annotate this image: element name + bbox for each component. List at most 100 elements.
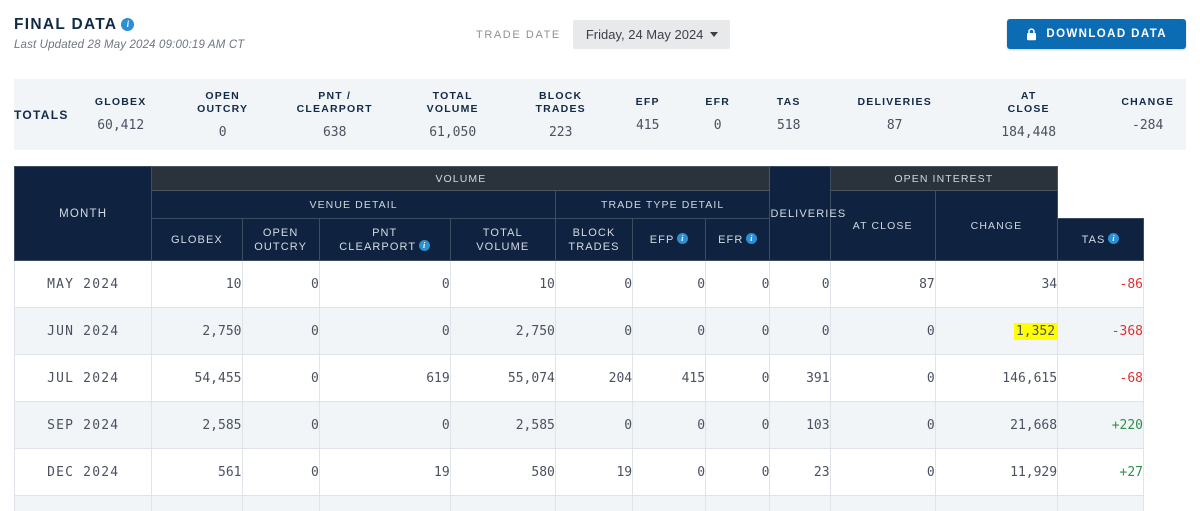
- info-icon[interactable]: [677, 233, 689, 245]
- table-header-band-mid: VENUE DETAIL TRADE TYPE DETAIL AT CLOSE …: [15, 190, 1144, 261]
- totals-column-value: 415: [635, 118, 660, 133]
- header-line-2: OUTCRY: [254, 240, 308, 253]
- cell-globex: 561: [151, 448, 243, 496]
- info-icon[interactable]: [121, 17, 135, 31]
- download-data-button[interactable]: DOWNLOAD DATA: [1007, 19, 1186, 49]
- totals-panel: TOTALS GLOBEX 60,412 OPEN OUTCRY 0 PNT / CLEAR…: [14, 79, 1186, 150]
- header-line-1: BLOCK: [572, 226, 616, 239]
- totals-column-header: EFP: [635, 96, 660, 108]
- cell-month: JAN 2025: [13, 495, 153, 511]
- totals-column-header: AT CLOSE: [1007, 89, 1050, 115]
- title-block: FINAL DATA Last Updated 28 May 2024 09:0…: [14, 16, 244, 51]
- totals-column: AT CLOSE 184,448: [965, 79, 1093, 150]
- table-head: MONTH VOLUME DELIVERIES OPEN INTEREST VE…: [13, 166, 1144, 261]
- totals-column: EFP 415: [613, 79, 683, 150]
- cell-globex: 10: [151, 260, 243, 308]
- cell-efr: 0: [705, 448, 771, 496]
- cell-block-trades: 0: [554, 495, 634, 511]
- column-header-efr[interactable]: EFR: [705, 218, 771, 261]
- final-data-page: FINAL DATA Last Updated 28 May 2024 09:0…: [0, 0, 1200, 511]
- column-header-tas[interactable]: TAS: [1057, 218, 1144, 261]
- totals-column-value: 184,448: [1001, 124, 1057, 140]
- cell-deliveries: 0: [829, 401, 936, 449]
- cell-month: JUL 2024: [13, 354, 153, 402]
- change-value: +27: [1119, 464, 1143, 480]
- column-header-open-outcry[interactable]: OPEN OUTCRY: [241, 218, 320, 261]
- column-header-globex[interactable]: GLOBEX: [151, 218, 243, 261]
- cell-tas: 103: [769, 401, 831, 449]
- cell-pnt-clearport: 19: [318, 448, 451, 496]
- cell-deliveries: 0: [829, 448, 936, 496]
- cell-efp: 0: [632, 495, 707, 511]
- cell-efp: 0: [632, 448, 707, 496]
- totals-column-value: 87: [886, 118, 903, 133]
- cell-open-outcry: 0: [241, 260, 320, 308]
- cell-efp: 0: [632, 260, 707, 308]
- totals-column-header: TAS: [776, 96, 801, 108]
- cell-efr: 0: [705, 307, 771, 355]
- cell-open-outcry: 0: [241, 495, 320, 511]
- column-header-pnt-clearport[interactable]: PNT CLEARPORT: [318, 218, 451, 261]
- column-header-month[interactable]: MONTH: [13, 166, 153, 261]
- page-header: FINAL DATA Last Updated 28 May 2024 09:0…: [0, 0, 1200, 68]
- cell-globex: 54,455: [151, 354, 243, 402]
- totals-column-value: 223: [548, 124, 573, 140]
- table-row: DEC 2024 561 0 19 580 19 0 0 23 0 11,929 +27: [13, 448, 1144, 496]
- column-header-total-volume[interactable]: TOTAL VOLUME: [449, 218, 556, 261]
- cell-efr: 0: [705, 495, 771, 511]
- cell-deliveries: 0: [829, 307, 936, 355]
- cell-tas: 23: [769, 448, 831, 496]
- cell-deliveries: 0: [829, 354, 936, 402]
- cell-total-volume: 10: [449, 260, 556, 308]
- table-row: JUN 2024 2,750 0 0 2,750 0 0 0 0 0 1,352 -368: [13, 307, 1144, 355]
- column-header-deliveries[interactable]: DELIVERIES: [769, 166, 845, 261]
- cell-change: 0: [1057, 495, 1144, 511]
- cell-month: SEP 2024: [13, 401, 153, 449]
- cell-globex: 1: [151, 495, 243, 511]
- column-header-at-close[interactable]: AT CLOSE: [829, 190, 936, 261]
- cell-tas: 0: [769, 495, 831, 511]
- info-icon[interactable]: [1108, 233, 1120, 245]
- totals-column-header: DELIVERIES: [857, 96, 932, 108]
- cell-deliveries: 87: [829, 260, 936, 308]
- cell-tas: 391: [769, 354, 831, 402]
- info-icon[interactable]: [746, 233, 758, 245]
- totals-column-header: TOTAL VOLUME: [426, 89, 479, 115]
- table-row: JAN 2025100100000160: [13, 495, 1144, 511]
- column-header-change[interactable]: CHANGE: [934, 190, 1059, 261]
- totals-column-header: CHANGE: [1121, 96, 1175, 108]
- totals-columns: GLOBEX 60,412 OPEN OUTCRY 0 PNT / CLEARPORT 638…: [69, 79, 1200, 150]
- table-row: JUL 2024 54,455 0 619 55,074 204 415 0 391 0 146,6…: [13, 354, 1144, 402]
- cell-total-volume: 55,074: [449, 354, 556, 402]
- trade-date-dropdown[interactable]: Friday, 24 May 2024: [572, 20, 731, 49]
- header-line-2: VOLUME: [476, 240, 530, 253]
- column-header-efp[interactable]: EFP: [632, 218, 707, 261]
- cell-tas: 0: [769, 307, 831, 355]
- cell-open-outcry: 0: [241, 307, 320, 355]
- totals-column-value: 60,412: [97, 118, 145, 133]
- cell-block-trades: 0: [554, 401, 634, 449]
- trade-date-label: TRADE DATE: [476, 28, 561, 41]
- cell-total-volume: 1: [449, 495, 556, 511]
- last-updated-text: Last Updated 28 May 2024 09:00:19 AM CT: [14, 39, 245, 52]
- totals-column-value: 0: [218, 124, 227, 140]
- totals-column-value: -284: [1132, 118, 1164, 133]
- cell-pnt-clearport: 0: [318, 401, 451, 449]
- column-header-block-trades[interactable]: BLOCK TRADES: [554, 218, 634, 261]
- cell-globex: 2,750: [151, 307, 243, 355]
- table-row: MAY 2024 10 0 0 10 0 0 0 0 87 34 -86: [13, 260, 1144, 308]
- totals-column: TAS 518: [753, 79, 825, 150]
- info-icon[interactable]: [419, 240, 431, 252]
- group-header-trade-type-detail: TRADE TYPE DETAIL: [554, 190, 771, 219]
- data-table-wrapper: MONTH VOLUME DELIVERIES OPEN INTEREST VE…: [13, 166, 1144, 511]
- cell-block-trades: 0: [554, 260, 634, 308]
- cell-at-close: 1,352: [934, 307, 1059, 355]
- header-line-1: PNT: [372, 226, 398, 239]
- cell-efp: 0: [632, 401, 707, 449]
- cell-open-outcry: 0: [241, 448, 320, 496]
- cell-change: -86: [1057, 260, 1144, 308]
- table-body: MAY 2024 10 0 0 10 0 0 0 0 87 34 -86 JUN 2024 2,750 0 0…: [13, 260, 1144, 511]
- totals-column: OPEN OUTCRY 0: [173, 79, 273, 150]
- chevron-down-icon: [710, 32, 719, 37]
- cell-efr: 0: [705, 401, 771, 449]
